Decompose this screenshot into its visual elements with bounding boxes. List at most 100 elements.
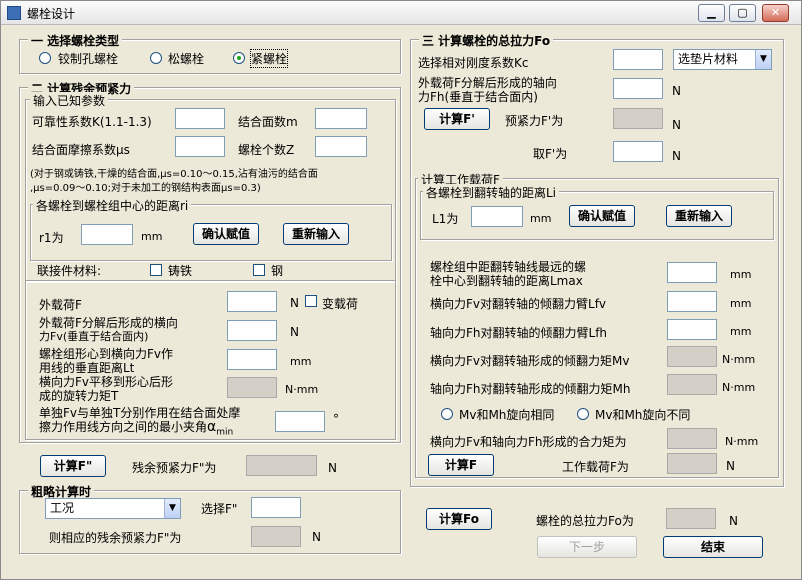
residual-preload-group: 二 计算残余预紧力 输入已知参数 可靠性系数K(1.1-1.3) 结合面数m 结… xyxy=(19,80,401,443)
take-preload-label: 取F'为 xyxy=(533,147,568,161)
material-label: 联接件材料: xyxy=(37,264,102,278)
bolt-design-window: 螺栓设计 ▁ ▢ ✕ 一 选择螺栓类型 铰制孔螺栓 松螺栓 紧螺栓 二 计算残余… xyxy=(0,0,802,580)
radio-opposite-direction[interactable] xyxy=(577,408,589,420)
condition-select[interactable]: 工况 ▼ xyxy=(45,498,181,519)
working-load-group: 计算工作载荷F 各螺栓到翻转轴的距离Li L1为 mm 确认赋值 重新输入 螺栓… xyxy=(415,171,779,478)
mh-output xyxy=(667,374,717,395)
reliability-k-input[interactable] xyxy=(175,108,225,129)
r1-input[interactable] xyxy=(81,224,133,245)
calc-working-load-button[interactable]: 计算F xyxy=(428,454,494,476)
lmax-unit: mm xyxy=(730,268,752,281)
bolt-count-z-input[interactable] xyxy=(315,136,367,157)
kc-input[interactable] xyxy=(613,49,663,70)
l1-input[interactable] xyxy=(471,206,523,227)
li-confirm-button[interactable]: 确认赋值 xyxy=(569,205,635,227)
mh-label: 轴向力Fh对翻转轴形成的倾翻力矩Mh xyxy=(430,382,631,396)
radio-loose-bolt[interactable] xyxy=(150,52,162,64)
close-button[interactable]: ✕ xyxy=(762,4,789,22)
lmax-label-line2: 栓中心到翻转轴的距离Lmax xyxy=(430,274,583,288)
condition-select-value: 工况 xyxy=(50,501,75,515)
chevron-down-icon: ▼ xyxy=(164,499,180,518)
reliability-k-label: 可靠性系数K(1.1-1.3) xyxy=(32,115,152,129)
li-reset-button[interactable]: 重新输入 xyxy=(666,205,732,227)
r1-unit: mm xyxy=(141,230,163,243)
ri-distance-title: 各螺栓到螺栓组中心的距离ri xyxy=(33,197,192,214)
lt-input[interactable] xyxy=(227,349,277,370)
r1-label: r1为 xyxy=(39,231,64,245)
friction-mu-input[interactable] xyxy=(175,136,225,157)
friction-note-line1: (对于钢或铸铁,干燥的结合面,μs=0.10～0.15,沾有油污的结合面 xyxy=(30,169,318,180)
surface-count-m-input[interactable] xyxy=(315,108,367,129)
steel-label: 钢 xyxy=(271,264,284,278)
mv-unit: N·mm xyxy=(722,353,756,366)
fv-label-line2: 力Fv(垂直于结合面内) xyxy=(39,330,149,343)
torque-t-unit: N·mm xyxy=(285,383,319,396)
radio-reamed-bolt-label: 铰制孔螺栓 xyxy=(58,52,119,66)
next-step-button[interactable]: 下一步 xyxy=(537,536,637,558)
lfv-input[interactable] xyxy=(667,291,717,312)
minimize-button[interactable]: ▁ xyxy=(698,4,725,22)
fh-input[interactable] xyxy=(613,78,663,99)
cast-iron-checkbox[interactable] xyxy=(150,264,162,276)
working-load-output xyxy=(667,453,717,474)
radio-tight-bolt[interactable] xyxy=(233,52,245,64)
radio-same-direction[interactable] xyxy=(441,408,453,420)
known-params-group: 输入已知参数 可靠性系数K(1.1-1.3) 结合面数m 结合面摩擦系数μs 螺… xyxy=(25,92,396,282)
known-params-title: 输入已知参数 xyxy=(30,92,109,109)
residual-preload-label: 残余预紧力F"为 xyxy=(132,461,217,475)
lfv-label: 横向力Fv对翻转轴的倾翻力臂Lfv xyxy=(430,297,607,311)
li-distance-group: 各螺栓到翻转轴的距离Li L1为 mm 确认赋值 重新输入 xyxy=(420,184,774,240)
calc-total-tension-button[interactable]: 计算Fo xyxy=(426,508,492,530)
title-bar: 螺栓设计 ▁ ▢ ✕ xyxy=(1,1,801,25)
external-load-f-input[interactable] xyxy=(227,291,277,312)
select-f-input[interactable] xyxy=(251,497,301,518)
lfv-unit: mm xyxy=(730,297,752,310)
calc-preload-button[interactable]: 计算F' xyxy=(424,108,490,130)
torque-t-output xyxy=(227,377,277,398)
ri-reset-button[interactable]: 重新输入 xyxy=(283,223,349,245)
total-moment-output xyxy=(667,428,717,449)
gasket-material-value: 选垫片材料 xyxy=(678,52,739,66)
lfh-input[interactable] xyxy=(667,319,717,340)
torque-t-label-line2: 成的旋转力矩T xyxy=(39,389,119,403)
steel-checkbox[interactable] xyxy=(253,264,265,276)
fh-unit: N xyxy=(672,84,681,98)
alpha-unit: ° xyxy=(333,412,339,426)
working-load-label: 工作载荷F为 xyxy=(562,460,629,474)
lt-unit: mm xyxy=(290,355,312,368)
variable-load-label: 变载荷 xyxy=(322,297,359,311)
maximize-button[interactable]: ▢ xyxy=(729,4,756,22)
ri-distance-group: 各螺栓到螺栓组中心的距离ri r1为 mm 确认赋值 重新输入 xyxy=(30,197,392,261)
rough-calc-group: 粗略计算时 工况 ▼ 选择F" 则相应的残余预紧力F"为 N xyxy=(19,483,401,554)
fv-input[interactable] xyxy=(227,320,277,341)
variable-load-checkbox[interactable] xyxy=(305,295,317,307)
total-moment-label: 横向力Fv和轴向力Fh形成的合力矩为 xyxy=(430,435,627,449)
load-params-group: 外载荷F N 变载荷 外载荷F分解后形成的横向 力Fv(垂直于结合面内) N 螺… xyxy=(25,280,396,440)
kc-label: 选择相对刚度系数Kc xyxy=(418,56,529,70)
l1-label: L1为 xyxy=(432,212,459,226)
take-preload-input[interactable] xyxy=(613,141,663,162)
external-load-f-label: 外载荷F xyxy=(39,298,82,312)
preload-output xyxy=(613,108,663,129)
lfh-label: 轴向力Fh对翻转轴的倾翻力臂Lfh xyxy=(430,326,608,340)
select-f-label: 选择F" xyxy=(201,502,238,516)
lmax-input[interactable] xyxy=(667,262,717,283)
total-tension-title: 三 计算螺栓的总拉力Fo xyxy=(419,32,554,49)
chevron-down-icon: ▼ xyxy=(755,50,771,69)
working-load-unit: N xyxy=(726,459,735,473)
preload-label: 预紧力F'为 xyxy=(505,114,564,128)
radio-reamed-bolt[interactable] xyxy=(39,52,51,64)
radio-opposite-direction-label: Mv和Mh旋向不同 xyxy=(595,408,691,422)
window-title: 螺栓设计 xyxy=(27,7,76,21)
friction-mu-label: 结合面摩擦系数μs xyxy=(32,143,130,157)
mv-output xyxy=(667,346,717,367)
radio-loose-bolt-label: 松螺栓 xyxy=(168,52,205,66)
li-distance-title: 各螺栓到翻转轴的距离Li xyxy=(423,184,560,201)
alpha-min-input[interactable] xyxy=(275,411,325,432)
ri-confirm-button[interactable]: 确认赋值 xyxy=(193,223,259,245)
finish-button[interactable]: 结束 xyxy=(663,536,763,558)
mh-unit: N·mm xyxy=(722,381,756,394)
gasket-material-select[interactable]: 选垫片材料 ▼ xyxy=(673,49,772,70)
calc-residual-button[interactable]: 计算F" xyxy=(40,455,106,477)
alpha-label-line2: 擦力作用线方向之间的最小夹角αmin xyxy=(39,419,234,438)
